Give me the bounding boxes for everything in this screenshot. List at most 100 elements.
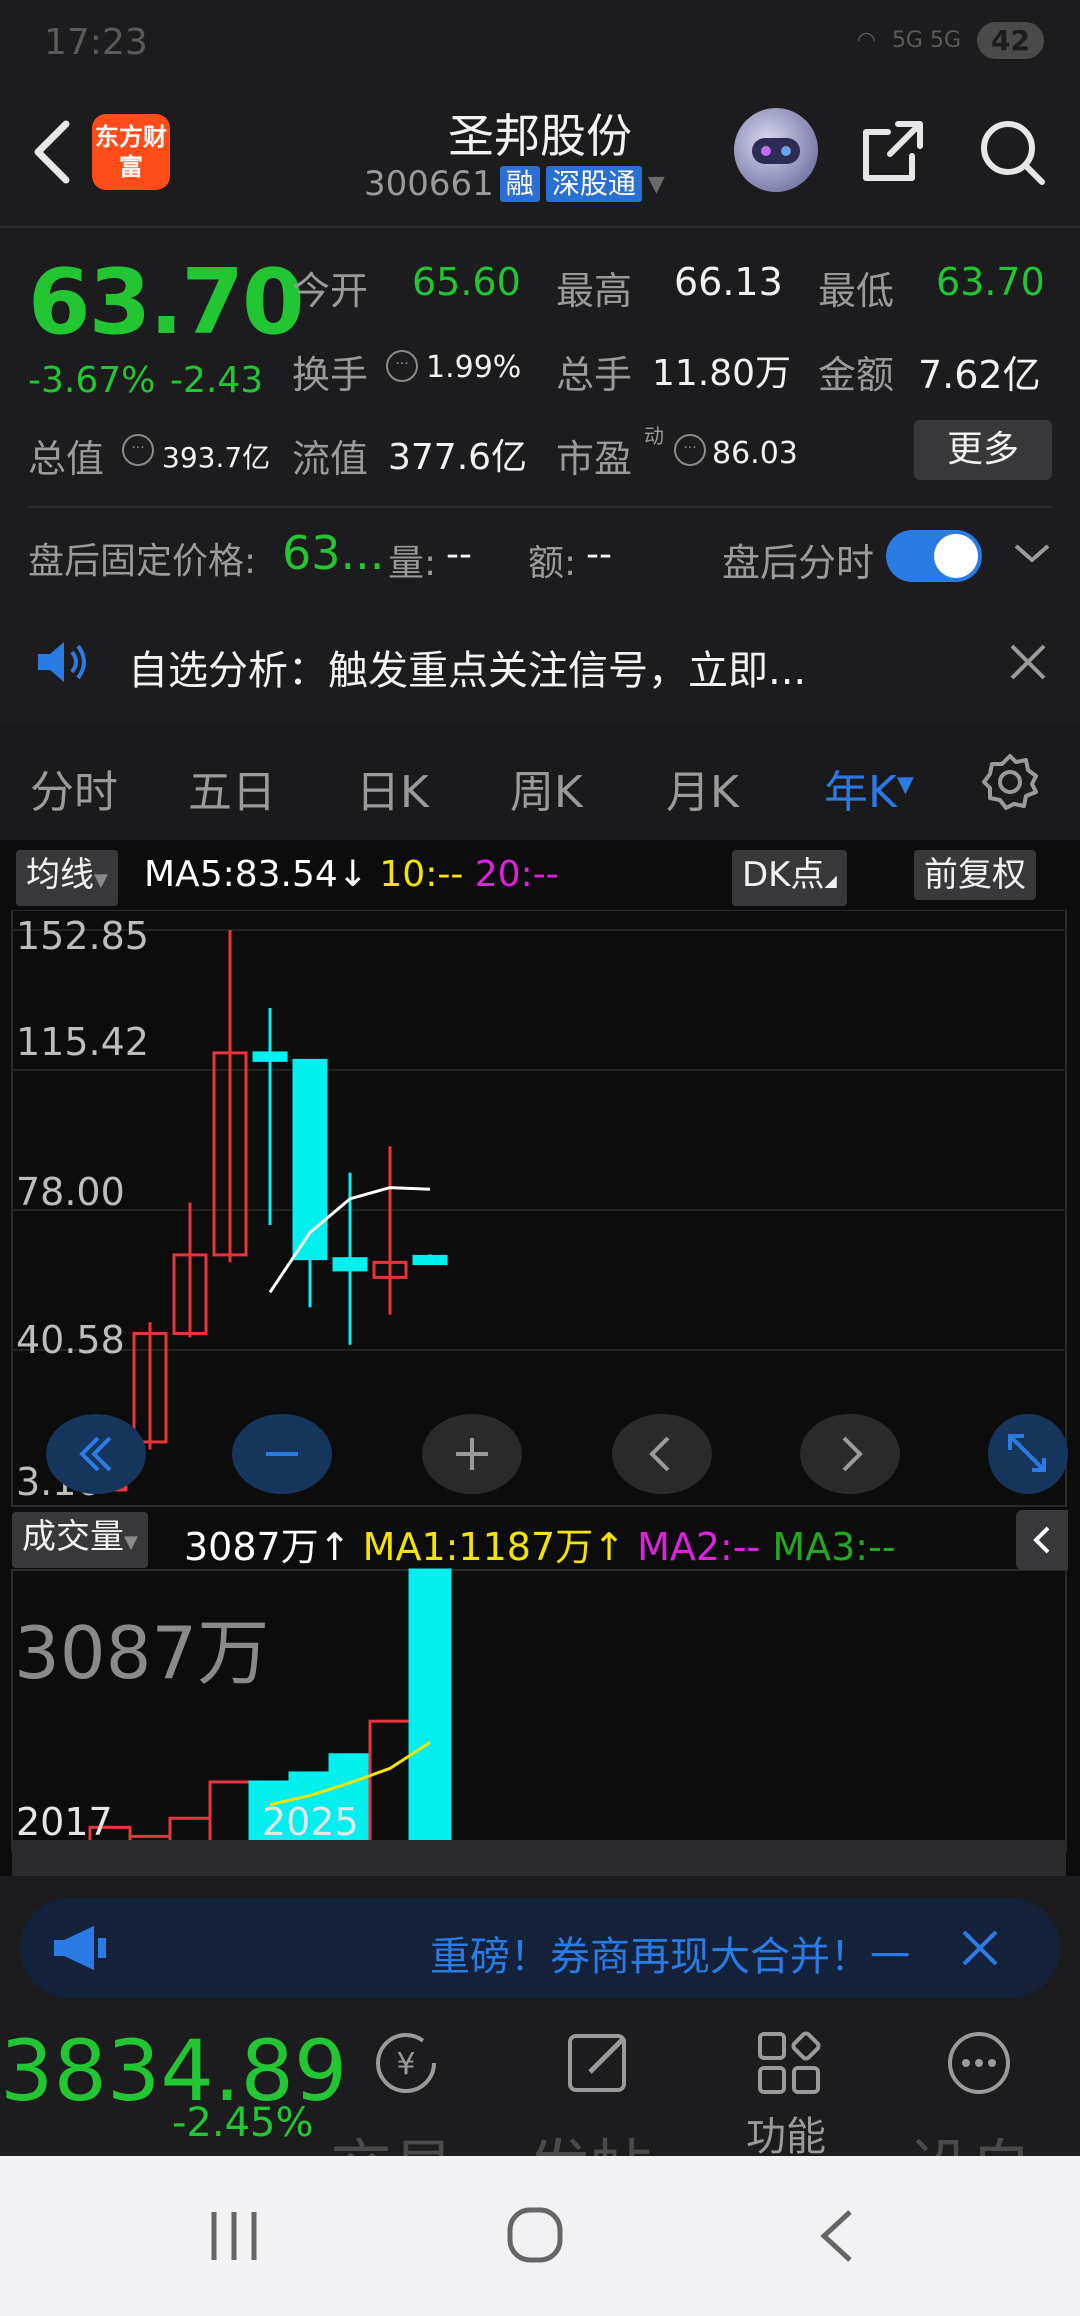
amount-label: 金额 <box>818 353 895 397</box>
after-hours-toggle[interactable] <box>886 530 982 582</box>
stock-code: 300661 <box>364 164 494 204</box>
after-hours-vol: -- <box>446 534 472 575</box>
mktcap-value: 393.7亿 <box>162 441 271 474</box>
zoom-in-icon[interactable] <box>422 1414 522 1494</box>
after-hours-amt-label: 额: <box>528 543 577 584</box>
scroll-left-icon[interactable] <box>612 1414 712 1494</box>
turnover-value: 1.99% <box>426 350 522 385</box>
chevron-down-icon: ▼ <box>124 1532 138 1553</box>
notice-bar[interactable]: 自选分析：触发重点关注信号，立即... <box>0 604 1080 722</box>
low-label: 最低 <box>818 269 895 313</box>
volume-readout: 3087万↑ MA1:1187万↑ MA2:-- MA3:-- <box>184 1516 896 1571</box>
after-hours-vol-label: 量: <box>388 543 437 584</box>
functions-icon[interactable] <box>752 2028 828 2102</box>
ma-selector[interactable]: 均线▼ <box>16 850 118 906</box>
post-icon[interactable] <box>560 2028 640 2102</box>
dk-point-button[interactable]: DK点◢ <box>732 850 847 906</box>
info-icon[interactable]: ··· <box>386 350 418 382</box>
change-amount: -2.43 <box>170 360 264 401</box>
x-label-start: 2017 <box>16 1800 113 1844</box>
tab-yearly-k[interactable]: 年K▼ <box>824 756 914 820</box>
mktcap-label: 总值 <box>28 437 105 481</box>
fullscreen-icon[interactable] <box>988 1414 1068 1494</box>
float-value: 377.6亿 <box>388 437 528 478</box>
margin-tag: 融 <box>499 166 540 202</box>
y-label-top: 152.85 <box>16 914 149 958</box>
period-tabs: 分时 五日 日K 周K 月K 年K▼ <box>0 724 1080 840</box>
ma-selector-label: 均线 <box>26 855 94 895</box>
status-bar: 17:23 ◠ 5G 5G 42 <box>0 0 1080 92</box>
ma20-value: 20:-- <box>474 854 559 895</box>
ma5-value: MA5:83.54 <box>144 854 338 895</box>
chevron-down-icon: ▼ <box>647 171 665 197</box>
connect-tag: 深股通 <box>545 166 642 202</box>
turnover-label: 换手 <box>292 353 369 397</box>
tab-yearly-k-label: 年K <box>824 767 897 818</box>
tab-five-day[interactable]: 五日 <box>188 756 276 820</box>
last-price: 63.70 <box>28 250 305 355</box>
back-icon[interactable] <box>812 2206 862 2270</box>
close-icon[interactable] <box>958 1926 1002 1974</box>
wifi-icon: ◠ <box>856 28 876 53</box>
home-icon[interactable] <box>504 2204 566 2270</box>
battery-icon: 42 <box>977 22 1044 59</box>
stock-code-row[interactable]: 300661 融 深股通 ▼ <box>364 164 665 204</box>
caret-icon: ▼ <box>896 772 914 798</box>
index-change: -2.45% <box>172 2100 314 2146</box>
tab-timeshare[interactable]: 分时 <box>30 756 118 820</box>
candle-body-2022 <box>292 1058 328 1261</box>
ma5-arrow: ↓ <box>337 854 368 895</box>
y-label-3: 78.00 <box>16 1170 125 1214</box>
system-nav-bar <box>0 2156 1080 2316</box>
volume-ma2: MA2:-- <box>637 1525 761 1569</box>
recent-apps-icon[interactable] <box>204 2208 264 2268</box>
kline-chart[interactable] <box>0 910 1080 1876</box>
news-banner[interactable]: 重磅！券商再现大合并！一 <box>20 1898 1060 1998</box>
low-value: 63.70 <box>936 260 1045 304</box>
float-label: 流值 <box>292 437 369 481</box>
high-label: 最高 <box>556 269 633 313</box>
zoom-out-icon[interactable] <box>232 1414 332 1494</box>
chevron-down-icon: ▼ <box>94 870 108 891</box>
trade-icon[interactable]: ¥ <box>366 2028 446 2102</box>
close-icon[interactable] <box>1008 642 1048 686</box>
status-time: 17:23 <box>44 22 148 63</box>
chevron-down-icon[interactable] <box>1012 538 1052 572</box>
after-hours-amt: -- <box>586 534 612 575</box>
svg-text:¥: ¥ <box>396 2047 415 2082</box>
volume-big-label: 3087万 <box>14 1611 270 1695</box>
search-icon[interactable] <box>976 116 1048 188</box>
y-label-4: 40.58 <box>16 1318 125 1362</box>
scroll-right-icon[interactable] <box>800 1414 900 1494</box>
volume-ma1: MA1:1187万 <box>362 1525 594 1569</box>
scroll-start-icon[interactable] <box>46 1414 146 1494</box>
tab-weekly-k[interactable]: 周K <box>510 756 583 820</box>
more-circle-icon[interactable] <box>944 2028 1014 2102</box>
candle-body-2025 <box>412 1254 448 1266</box>
functions-label[interactable]: 功能 <box>746 2104 826 2162</box>
volume-selector[interactable]: 成交量▼ <box>12 1512 148 1568</box>
volume-ma1-arrow: ↑ <box>593 1525 625 1569</box>
assistant-avatar-icon[interactable] <box>734 108 818 192</box>
more-button[interactable]: 更多 <box>914 420 1052 480</box>
tab-daily-k[interactable]: 日K <box>356 756 429 820</box>
tab-monthly-k[interactable]: 月K <box>666 756 739 820</box>
notice-text: 自选分析：触发重点关注信号，立即... <box>128 648 807 694</box>
megaphone-icon <box>50 1922 110 1978</box>
info-icon[interactable]: ··· <box>122 434 154 466</box>
collapse-icon[interactable] <box>1016 1510 1068 1570</box>
pe-value: 86.03 <box>712 436 798 471</box>
pe-sup: 动 <box>644 424 664 448</box>
kline-panel: 均线▼ MA5:83.54↓ 10:-- 20:-- DK点◢ 前复权 152.… <box>0 840 1080 1876</box>
dk-point-label: DK点 <box>742 855 825 895</box>
after-hours-timeshare-label: 盘后分时 <box>722 541 875 585</box>
info-icon[interactable]: ··· <box>674 434 706 466</box>
after-hours-price: 63... <box>282 526 385 580</box>
share-icon[interactable] <box>858 116 928 186</box>
ma5-readout: MA5:83.54↓ 10:-- 20:-- <box>144 854 559 895</box>
x-label-end: 2025 <box>262 1800 359 1844</box>
volume-bar-2024 <box>368 1719 412 1852</box>
settings-gear-icon[interactable] <box>980 752 1040 816</box>
adjust-button[interactable]: 前复权 <box>914 850 1036 900</box>
speaker-icon <box>34 638 90 690</box>
